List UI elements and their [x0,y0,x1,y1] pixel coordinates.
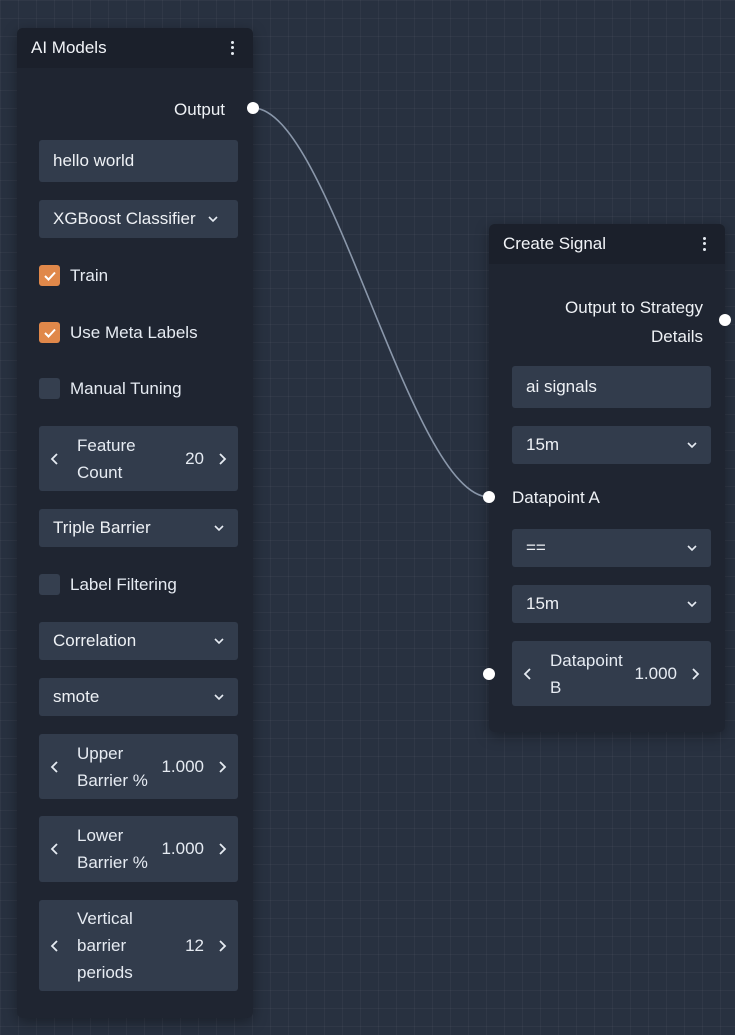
manual-tuning-label: Manual Tuning [70,378,182,398]
timeframe-b-value: 15m [526,594,560,613]
chevron-down-icon [687,442,697,449]
upper-barrier-stepper[interactable]: Upper Barrier % 1.000 [39,734,238,799]
sampling-value: smote [53,687,100,706]
chevron-down-icon [687,601,697,608]
chevron-left-icon[interactable] [520,667,536,681]
vertical-barrier-value: 12 [185,935,204,955]
chevron-left-icon[interactable] [47,452,63,466]
output-port-label: Output [174,100,226,119]
chevron-down-icon [214,694,224,701]
chevron-left-icon[interactable] [47,842,63,856]
datapoint-b-stepper[interactable]: Datapoint B 1.000 [512,641,711,706]
operator-select[interactable]: == [512,529,711,567]
ai-models-title: AI Models [31,38,107,57]
timeframe-a-select[interactable]: 15m [512,426,711,464]
checkbox-icon[interactable] [39,574,60,595]
manual-tuning-checkbox[interactable]: Manual Tuning [39,378,182,399]
ai-models-output-port[interactable] [247,102,259,114]
sampling-select[interactable]: smote [39,678,238,716]
ai-models-node[interactable]: AI Models Output hello world XGBoost Cla… [17,28,253,1018]
chevron-right-icon[interactable] [214,760,230,774]
chevron-down-icon [214,638,224,645]
more-options-icon[interactable] [697,234,711,254]
chevron-right-icon[interactable] [214,939,230,953]
feature-count-value: 20 [185,448,204,468]
create-signal-title: Create Signal [503,234,607,253]
feature-count-label: Feature Count [77,435,136,482]
checkmark-icon[interactable] [39,265,60,286]
strategy-output-label: Output to Strategy Details [565,298,703,346]
chevron-down-icon [214,525,224,532]
chevron-right-icon[interactable] [687,667,703,681]
timeframe-a-value: 15m [526,435,560,454]
filter-value: Correlation [53,631,137,650]
lower-barrier-stepper[interactable]: Lower Barrier % 1.000 [39,816,238,882]
model-type-select[interactable]: XGBoost Classifier [39,200,238,238]
vertical-barrier-label: Vertical barrier periods [77,909,133,982]
datapoint-b-input-port[interactable] [483,668,495,680]
train-checkbox[interactable]: Train [39,265,108,286]
label-filtering-checkbox[interactable]: Label Filtering [39,574,177,595]
operator-value: == [526,538,546,557]
label-filtering-label: Label Filtering [70,574,177,594]
vertical-barrier-stepper[interactable]: Vertical barrier periods 12 [39,900,238,991]
labeling-value: Triple Barrier [53,518,151,537]
meta-labels-label: Use Meta Labels [70,322,198,342]
ai-models-header[interactable]: AI Models [17,28,253,68]
train-label: Train [70,265,109,285]
chevron-down-icon [208,216,218,223]
model-type-value: XGBoost Classifier [53,209,196,228]
datapoint-b-label: Datapoint B [550,650,623,697]
strategy-output-port[interactable] [719,314,731,326]
filter-select[interactable]: Correlation [39,622,238,660]
lower-barrier-label: Lower Barrier % [77,826,148,872]
datapoint-a-label: Datapoint A [512,488,600,507]
more-options-icon[interactable] [225,38,239,58]
lower-barrier-value: 1.000 [161,839,204,858]
meta-labels-checkbox[interactable]: Use Meta Labels [39,322,198,343]
model-name-input[interactable]: hello world [39,140,238,182]
chevron-down-icon [687,545,697,552]
create-signal-node[interactable]: Create Signal Output to Strategy Details… [489,224,725,732]
create-signal-header[interactable]: Create Signal [489,224,725,264]
datapoint-b-value: 1.000 [634,663,677,683]
timeframe-b-select[interactable]: 15m [512,585,711,623]
upper-barrier-label: Upper Barrier % [77,743,148,790]
datapoint-a-input-port[interactable] [483,491,495,503]
upper-barrier-value: 1.000 [161,756,204,776]
chevron-right-icon[interactable] [214,452,230,466]
chevron-left-icon[interactable] [47,760,63,774]
signal-name-input[interactable]: ai signals [512,366,711,408]
checkmark-icon[interactable] [39,322,60,343]
labeling-select[interactable]: Triple Barrier [39,509,238,547]
chevron-left-icon[interactable] [47,939,63,953]
feature-count-stepper[interactable]: Feature Count 20 [39,426,238,491]
checkbox-icon[interactable] [39,378,60,399]
chevron-right-icon[interactable] [214,842,230,856]
